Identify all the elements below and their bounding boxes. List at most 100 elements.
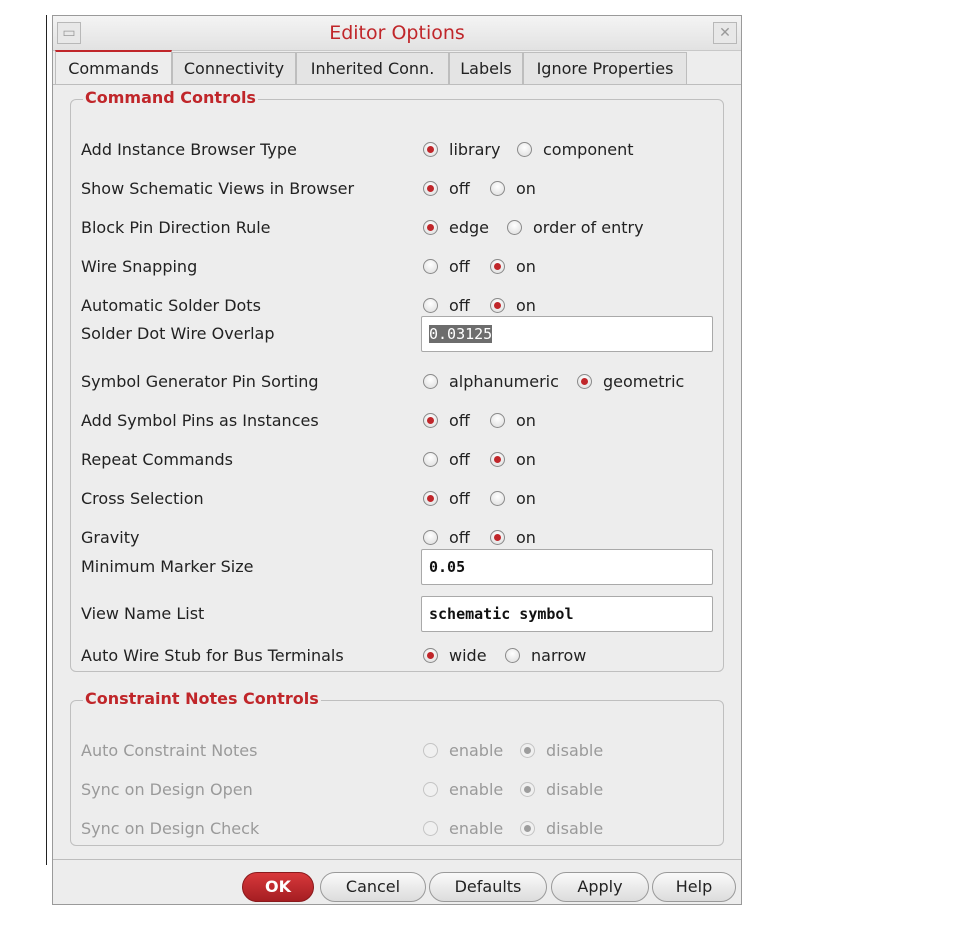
setting-view-name-list: View Name List schematic symbol [71, 596, 725, 636]
cancel-button[interactable]: Cancel [320, 872, 426, 902]
radio-unselected-icon [423, 529, 438, 545]
button-bar: OK Cancel Defaults Apply Help [53, 859, 741, 906]
radio-unselected-icon [423, 373, 438, 389]
radio-selected-icon [423, 412, 438, 428]
editor-options-dialog: ▭ Editor Options ✕ Commands Connectivity… [52, 15, 742, 905]
background-divider-line [46, 15, 47, 865]
setting-label: Minimum Marker Size [81, 557, 254, 576]
radio-unselected-icon [423, 781, 438, 797]
radio-option-off[interactable]: off [423, 294, 470, 316]
radio-unselected-icon [423, 297, 438, 313]
radio-selected-icon [490, 297, 505, 313]
setting-label: Auto Wire Stub for Bus Terminals [81, 646, 344, 665]
setting-label: Block Pin Direction Rule [81, 218, 271, 237]
solder-dot-wire-overlap-input[interactable]: 0.03125 [421, 316, 713, 352]
tab-ignore-properties[interactable]: Ignore Properties [523, 52, 687, 84]
radio-option-on[interactable]: on [490, 448, 536, 470]
tab-content-commands: Command Controls Add Instance Browser Ty… [53, 84, 741, 857]
radio-option-on[interactable]: on [490, 409, 536, 431]
setting-label: View Name List [81, 604, 205, 623]
radio-option-on[interactable]: on [490, 177, 536, 199]
radio-option-edge[interactable]: edge [423, 216, 489, 238]
radio-option-enable: enable [423, 739, 503, 761]
radio-option-on[interactable]: on [490, 294, 536, 316]
radio-selected-icon [423, 219, 438, 235]
radio-option-on[interactable]: on [490, 526, 536, 548]
setting-label: Auto Constraint Notes [81, 741, 258, 760]
radio-selected-icon [520, 781, 535, 797]
radio-unselected-icon [423, 742, 438, 758]
setting-label: Symbol Generator Pin Sorting [81, 372, 319, 391]
tab-commands[interactable]: Commands [55, 50, 172, 85]
radio-unselected-icon [423, 820, 438, 836]
radio-selected-icon [423, 141, 438, 157]
radio-option-order-of-entry[interactable]: order of entry [507, 216, 644, 238]
setting-label: Show Schematic Views in Browser [81, 179, 355, 198]
radio-option-disable: disable [520, 817, 603, 839]
setting-label: Solder Dot Wire Overlap [81, 324, 275, 343]
radio-unselected-icon [490, 490, 505, 506]
radio-option-disable: disable [520, 739, 603, 761]
radio-option-off[interactable]: off [423, 487, 470, 509]
tab-labels[interactable]: Labels [449, 52, 523, 84]
tab-connectivity[interactable]: Connectivity [172, 52, 296, 84]
radio-selected-icon [520, 742, 535, 758]
radio-unselected-icon [490, 412, 505, 428]
tab-inherited-conn[interactable]: Inherited Conn. [296, 52, 449, 84]
radio-option-disable: disable [520, 778, 603, 800]
radio-option-enable: enable [423, 778, 503, 800]
radio-option-on[interactable]: on [490, 255, 536, 277]
setting-label: Add Symbol Pins as Instances [81, 411, 319, 430]
setting-label: Gravity [81, 528, 140, 547]
close-icon[interactable]: ✕ [713, 22, 737, 44]
radio-option-off[interactable]: off [423, 409, 470, 431]
dialog-title: Editor Options [329, 22, 465, 44]
radio-unselected-icon [505, 647, 520, 663]
radio-unselected-icon [423, 451, 438, 467]
radio-selected-icon [490, 258, 505, 274]
radio-option-off[interactable]: off [423, 526, 470, 548]
radio-unselected-icon [517, 141, 532, 157]
constraint-notes-title: Constraint Notes Controls [83, 689, 321, 708]
setting-label: Cross Selection [81, 489, 204, 508]
radio-selected-icon [423, 490, 438, 506]
radio-selected-icon [520, 820, 535, 836]
setting-label: Sync on Design Open [81, 780, 253, 799]
radio-selected-icon [490, 451, 505, 467]
apply-button[interactable]: Apply [551, 872, 649, 902]
radio-selected-icon [423, 180, 438, 196]
radio-option-component[interactable]: component [517, 138, 634, 160]
minimum-marker-size-input[interactable]: 0.05 [421, 549, 713, 585]
radio-option-off[interactable]: off [423, 255, 470, 277]
setting-label: Automatic Solder Dots [81, 296, 261, 315]
command-controls-group: Command Controls Add Instance Browser Ty… [70, 88, 725, 672]
setting-label: Repeat Commands [81, 450, 233, 469]
radio-unselected-icon [490, 180, 505, 196]
radio-option-alphanumeric[interactable]: alphanumeric [423, 370, 559, 392]
radio-selected-icon [577, 373, 592, 389]
radio-option-off[interactable]: off [423, 177, 470, 199]
command-controls-title: Command Controls [83, 88, 258, 107]
setting-label: Wire Snapping [81, 257, 198, 276]
help-button[interactable]: Help [652, 872, 736, 902]
view-name-list-input[interactable]: schematic symbol [421, 596, 713, 632]
constraint-notes-group: Constraint Notes Controls Auto Constrain… [70, 689, 724, 846]
title-bar: ▭ Editor Options ✕ [53, 16, 741, 51]
setting-solder-dot-wire-overlap: Solder Dot Wire Overlap 0.03125 [71, 314, 725, 354]
ok-button[interactable]: OK [242, 872, 314, 902]
radio-selected-icon [423, 647, 438, 663]
radio-option-wide[interactable]: wide [423, 644, 487, 666]
setting-label: Add Instance Browser Type [81, 140, 297, 159]
radio-option-enable: enable [423, 817, 503, 839]
radio-option-library[interactable]: library [423, 138, 500, 160]
radio-option-on[interactable]: on [490, 487, 536, 509]
radio-option-narrow[interactable]: narrow [505, 644, 586, 666]
radio-selected-icon [490, 529, 505, 545]
radio-option-off[interactable]: off [423, 448, 470, 470]
defaults-button[interactable]: Defaults [429, 872, 547, 902]
setting-minimum-marker-size: Minimum Marker Size 0.05 [71, 549, 725, 589]
radio-unselected-icon [507, 219, 522, 235]
radio-unselected-icon [423, 258, 438, 274]
setting-label: Sync on Design Check [81, 819, 260, 838]
radio-option-geometric[interactable]: geometric [577, 370, 684, 392]
